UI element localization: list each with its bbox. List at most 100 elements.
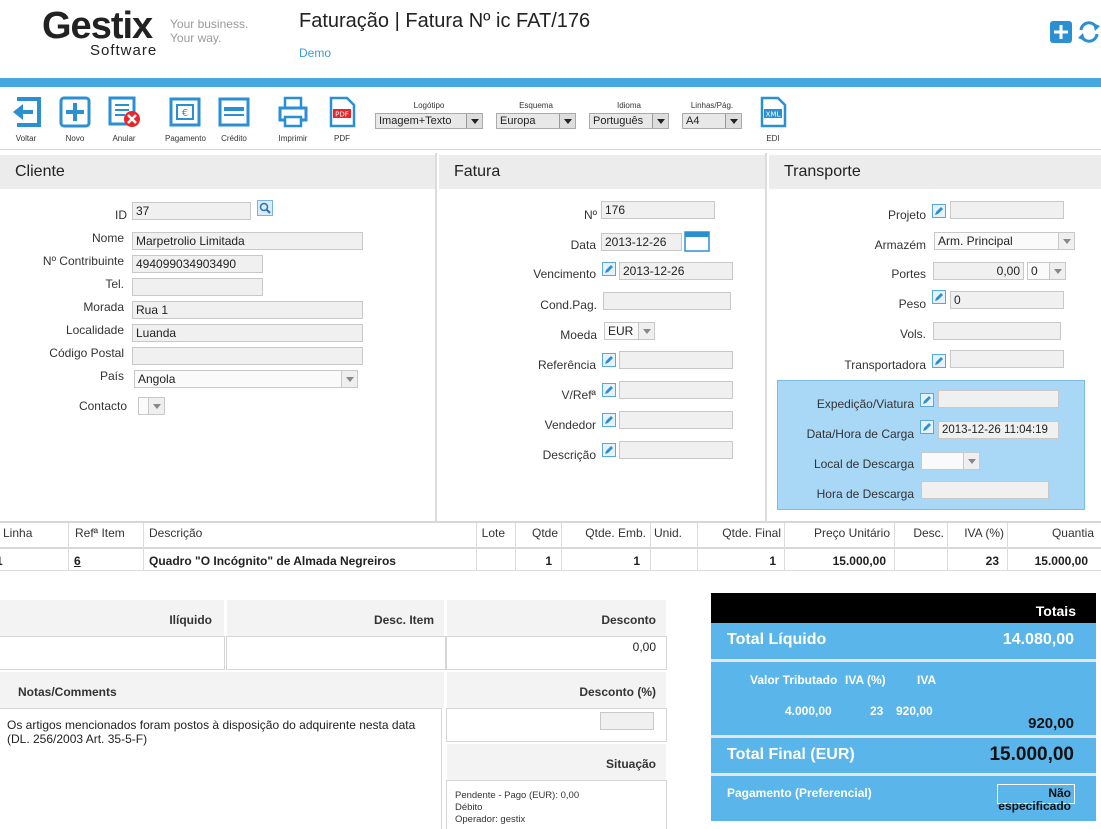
referencia-field[interactable]: [619, 351, 733, 369]
anular-label: Anular: [112, 134, 136, 143]
expedicao-label: Expedição/Viatura: [816, 397, 914, 411]
edit-icon[interactable]: [602, 353, 616, 367]
pais-select[interactable]: Angola: [134, 370, 358, 388]
peso-field[interactable]: 0: [950, 291, 1064, 309]
logotipo-select[interactable]: Imagem+Texto: [375, 113, 483, 129]
plus-icon: [59, 96, 91, 128]
col-qtde[interactable]: Qtde: [520, 526, 558, 540]
col-lote[interactable]: Lote: [480, 526, 505, 540]
credito-button[interactable]: Crédito: [214, 95, 254, 143]
col-linha[interactable]: Linha: [3, 526, 32, 540]
localidade-field[interactable]: Luanda: [132, 324, 363, 342]
voltar-label: Voltar: [15, 134, 37, 143]
edit-icon[interactable]: [602, 262, 616, 276]
datacarga-field[interactable]: 2013-12-26 11:04:19: [938, 421, 1059, 439]
edit-icon[interactable]: [932, 354, 946, 368]
cliente-id-field[interactable]: 37: [132, 202, 251, 220]
chevron-down-icon: [341, 371, 357, 387]
condpag-field[interactable]: [603, 292, 731, 310]
edit-icon[interactable]: [920, 393, 934, 407]
data-field[interactable]: 2013-12-26: [601, 233, 682, 251]
pais-value: Angola: [138, 372, 176, 386]
localdescarga-select[interactable]: [921, 452, 980, 470]
tel-field[interactable]: [132, 278, 263, 296]
idioma-select[interactable]: Português: [589, 113, 669, 129]
projeto-field[interactable]: [950, 201, 1064, 219]
chevron-down-icon: [559, 114, 575, 128]
portes-label: Portes: [891, 267, 926, 281]
credito-label: Crédito: [221, 134, 247, 143]
transportadora-field[interactable]: [950, 350, 1064, 368]
pagamento-field[interactable]: Não especificado: [997, 784, 1075, 813]
col-desc[interactable]: Desc.: [896, 526, 944, 540]
col-preco-unitario[interactable]: Preço Unitário: [786, 526, 890, 540]
row-divider: [0, 570, 1101, 571]
vref-field[interactable]: [619, 381, 733, 399]
edit-icon[interactable]: [932, 290, 946, 304]
edit-icon[interactable]: [602, 383, 616, 397]
situacao-line-2: Débito: [455, 802, 483, 813]
col-qtde-final[interactable]: Qtde. Final: [700, 526, 781, 540]
vendedor-field[interactable]: [619, 411, 733, 429]
pagamento-button[interactable]: € Pagamento: [165, 95, 206, 143]
iliquido-header: Ilíquido: [0, 600, 224, 636]
notas-textarea[interactable]: Os artigos mencionados foram postos à di…: [0, 708, 442, 829]
divider: [435, 153, 437, 521]
edit-icon[interactable]: [920, 420, 934, 434]
esquema-select[interactable]: Europa: [496, 113, 576, 129]
col-descricao[interactable]: Descrição: [149, 526, 202, 540]
total-liquido-value: 14.080,00: [1002, 631, 1074, 648]
edit-icon[interactable]: [602, 443, 616, 457]
imprimir-button[interactable]: Imprimir: [273, 95, 313, 143]
linhas-value: A4: [686, 115, 700, 127]
pdf-button[interactable]: PDF PDF: [322, 95, 362, 143]
desconto-value: 0,00: [632, 640, 656, 654]
calendar-icon[interactable]: [684, 231, 710, 252]
row-qtde-final: 1: [769, 554, 776, 568]
codigo-postal-label: Código Postal: [49, 346, 124, 360]
add-icon[interactable]: [1049, 20, 1073, 44]
iva-label: IVA: [917, 673, 937, 687]
armazem-select[interactable]: Arm. Principal: [934, 232, 1075, 250]
desconto-pct-header: Desconto (%): [447, 672, 666, 708]
row-ref-link[interactable]: 6: [74, 554, 81, 568]
localdescarga-label: Local de Descarga: [813, 457, 914, 471]
edit-icon[interactable]: [602, 413, 616, 427]
desconto-pct-field[interactable]: [600, 712, 654, 730]
novo-label: Novo: [65, 134, 85, 143]
horadescarga-field[interactable]: [921, 481, 1049, 499]
contacto-select[interactable]: [138, 397, 165, 415]
morada-field[interactable]: Rua 1: [132, 301, 363, 319]
anular-button[interactable]: Anular: [104, 95, 144, 143]
descricao-label: Descrição: [542, 448, 596, 462]
contribuinte-field[interactable]: 494099034903490: [132, 255, 263, 273]
portes-iva-select[interactable]: 0: [1027, 262, 1066, 280]
svg-text:€: €: [182, 108, 188, 119]
numero-field[interactable]: 176: [601, 201, 715, 219]
totais-header: Totais: [711, 593, 1096, 623]
portes-field[interactable]: 0,00: [933, 262, 1024, 280]
demo-link[interactable]: Demo: [299, 46, 331, 60]
col-quantia[interactable]: Quantia: [1010, 526, 1094, 540]
linhas-select[interactable]: A4: [682, 113, 742, 129]
voltar-button[interactable]: Voltar: [6, 95, 46, 143]
refresh-icon[interactable]: [1077, 20, 1101, 44]
col-unid[interactable]: Unid.: [654, 526, 682, 540]
search-icon[interactable]: [257, 200, 273, 216]
expedicao-field[interactable]: [938, 390, 1059, 408]
chevron-down-icon: [638, 323, 654, 339]
codigo-postal-field[interactable]: [132, 347, 363, 365]
nome-field[interactable]: Marpetrolio Limitada: [132, 232, 363, 250]
notas-header: Notas/Comments: [0, 672, 444, 708]
vencimento-field[interactable]: 2013-12-26: [619, 262, 733, 280]
col-ref-item[interactable]: Refª Item: [75, 526, 125, 540]
edi-button[interactable]: XML EDI: [753, 95, 793, 143]
chevron-down-icon: [1058, 233, 1074, 249]
moeda-select[interactable]: EUR: [604, 322, 655, 340]
col-iva[interactable]: IVA (%): [949, 526, 1004, 540]
edit-icon[interactable]: [932, 204, 946, 218]
novo-button[interactable]: Novo: [55, 95, 95, 143]
col-qtde-emb[interactable]: Qtde. Emb.: [562, 526, 646, 540]
vols-field[interactable]: [933, 322, 1061, 340]
descricao-field[interactable]: [619, 441, 733, 459]
